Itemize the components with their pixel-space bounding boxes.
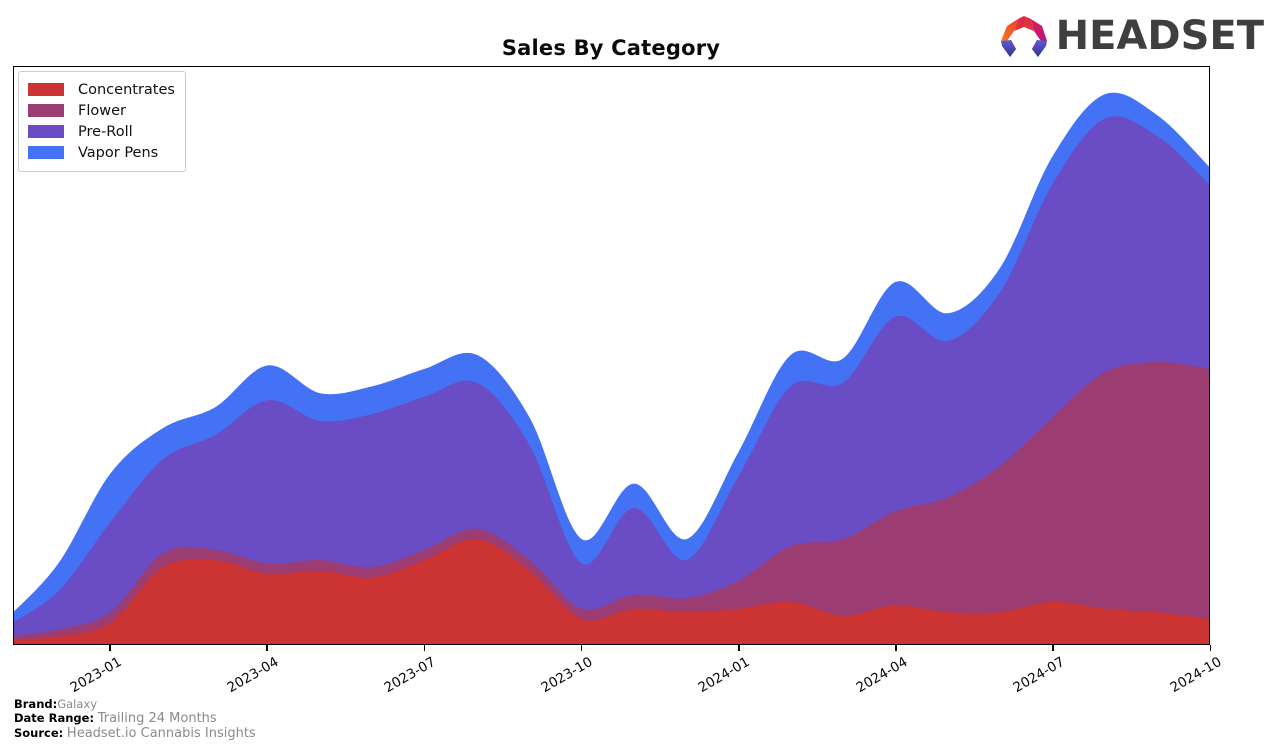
footer-brand-value: Galaxy [57,697,98,711]
x-axis-tick-label-text: 2024-04 [853,654,910,697]
legend-label: Concentrates [78,81,175,98]
chart-legend: Concentrates Flower Pre-Roll Vapor Pens [18,71,186,172]
x-axis-tick-label-text: 2024-01 [695,654,753,697]
x-axis-tick-label-text: 2023-01 [67,654,124,697]
legend-swatch [28,125,64,138]
x-axis-tick [423,645,426,651]
headset-logo: HEADSET [998,12,1264,60]
legend-item[interactable]: Vapor Pens [28,142,175,163]
headset-hexagon-icon [998,13,1050,59]
chart-footer: Brand:Galaxy Date Range: Trailing 24 Mon… [14,697,256,741]
footer-source-label: Source: [14,726,64,740]
footer-date-range: Date Range: Trailing 24 Months [14,711,256,726]
legend-item[interactable]: Flower [28,100,175,121]
legend-label: Flower [78,102,126,119]
legend-label: Vapor Pens [78,144,159,161]
x-axis-tick [109,645,111,651]
legend-swatch [28,104,64,117]
x-axis-tick-label-text: 2023-10 [538,654,596,697]
x-axis-tick-label-text: 2023-04 [224,654,282,697]
legend-item[interactable]: Pre-Roll [28,121,175,142]
legend-swatch [28,146,64,159]
chart-page: Sales By Category HEADSET Concentrates F… [0,0,1276,746]
footer-source: Source: Headset.io Cannabis Insights [14,726,256,741]
footer-date-range-label: Date Range: [14,711,95,725]
x-axis-tick [895,645,897,651]
x-axis-tick [1052,645,1054,651]
x-axis-tick-label-text: 2023-07 [381,654,439,697]
x-axis-tick [1209,645,1212,651]
footer-brand: Brand:Galaxy [14,697,256,711]
footer-source-value: Headset.io Cannabis Insights [66,726,256,741]
legend-label: Pre-Roll [78,123,133,140]
legend-swatch [28,83,64,96]
stacked-area-chart [14,92,1209,644]
footer-brand-label: Brand: [14,697,58,711]
x-axis-tick [580,645,583,651]
x-axis-tick-label-text: 2024-07 [1010,654,1068,697]
legend-item[interactable]: Concentrates [28,79,175,100]
logo-wordmark: HEADSET [1055,13,1264,59]
footer-date-range-value: Trailing 24 Months [97,711,217,726]
x-axis-tick [738,645,740,651]
plot-area [13,66,1210,645]
x-axis-tick-label-text: 2024-10 [1167,654,1225,697]
x-axis-tick [266,645,268,651]
